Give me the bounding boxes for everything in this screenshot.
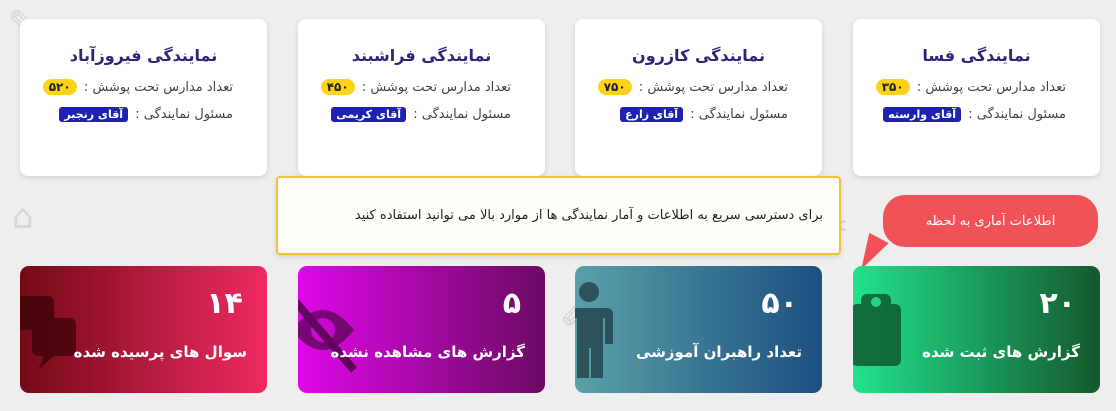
schools-count-row: تعداد مدارس تحت پوشش : ۵۲۰ [20,79,267,95]
comments-icon [20,296,76,370]
clipboard-icon [853,294,901,366]
manager-label: مسئول نمایندگی : [690,107,788,122]
manager-row: مسئول نمایندگی : آقای رنجبر [20,107,267,122]
stat-number: ۱۴ [206,286,243,321]
manager-badge: آقای وارسته [883,107,962,122]
manager-badge: آقای زارع [620,107,684,122]
stat-label: گزارش های مشاهده نشده [330,343,526,361]
agency-title: نمایندگی فسا [922,46,1031,65]
manager-badge: آقای رنجبر [59,107,129,122]
info-text: برای دسترسی سریع به اطلاعات و آمار نماین… [354,208,823,223]
stat-label: سوال های پرسیده شده [73,343,247,361]
agency-title: نمایندگی فیروزآباد [69,46,218,65]
stat-number: ۵۰ [761,286,798,321]
stat-card-unseen[interactable]: ۵ گزارش های مشاهده نشده [298,266,545,393]
manager-row: مسئول نمایندگی : آقای وارسته [853,107,1100,122]
stat-label: گزارش های ثبت شده [922,343,1080,361]
schools-count-label: تعداد مدارس تحت پوشش : [638,80,788,95]
agency-card[interactable]: نمایندگی فسا تعداد مدارس تحت پوشش : ۳۵۰ … [853,19,1100,176]
stat-card-reports[interactable]: ۲۰ گزارش های ثبت شده [853,266,1100,393]
agency-card[interactable]: نمایندگی فراشبند تعداد مدارس تحت پوشش : … [298,19,545,176]
background-doodle-icon: ⌂ [12,197,34,237]
schools-count-label: تعداد مدارس تحت پوشش : [916,80,1066,95]
manager-label: مسئول نمایندگی : [135,107,233,122]
info-box: برای دسترسی سریع به اطلاعات و آمار نماین… [276,176,841,255]
stat-label: تعداد راهبران آموزشی [635,343,802,361]
schools-count-badge: ۵۲۰ [42,79,77,95]
manager-label: مسئول نمایندگی : [968,107,1066,122]
agency-card[interactable]: نمایندگی کازرون تعداد مدارس تحت پوشش : ۷… [575,19,822,176]
manager-row: مسئول نمایندگی : آقای کریمی [298,107,545,122]
stat-card-instructors[interactable]: ۵۰ تعداد راهبران آموزشی [575,266,822,393]
schools-count-badge: ۳۵۰ [875,79,910,95]
agency-card[interactable]: نمایندگی فیروزآباد تعداد مدارس تحت پوشش … [20,19,267,176]
manager-badge: آقای کریمی [331,107,407,122]
agency-title: نمایندگی فراشبند [351,46,492,65]
manager-row: مسئول نمایندگی : آقای زارع [575,107,822,122]
schools-count-badge: ۷۵۰ [597,79,632,95]
schools-count-label: تعداد مدارس تحت پوشش : [83,80,233,95]
tooltip-bubble: اطلاعات آماری به لحظه [883,195,1098,247]
schools-count-label: تعداد مدارس تحت پوشش : [361,80,511,95]
schools-count-row: تعداد مدارس تحت پوشش : ۴۵۰ [298,79,545,95]
eye-slash-icon [298,298,358,373]
person-icon [575,282,613,378]
schools-count-badge: ۴۵۰ [320,79,355,95]
stat-number: ۲۰ [1039,286,1076,321]
manager-label: مسئول نمایندگی : [413,107,511,122]
schools-count-row: تعداد مدارس تحت پوشش : ۷۵۰ [575,79,822,95]
agency-title: نمایندگی کازرون [632,46,765,65]
tooltip-text: اطلاعات آماری به لحظه [925,213,1056,229]
stat-card-questions[interactable]: ۱۴ سوال های پرسیده شده [20,266,267,393]
stat-number: ۵ [502,286,521,321]
schools-count-row: تعداد مدارس تحت پوشش : ۳۵۰ [853,79,1100,95]
